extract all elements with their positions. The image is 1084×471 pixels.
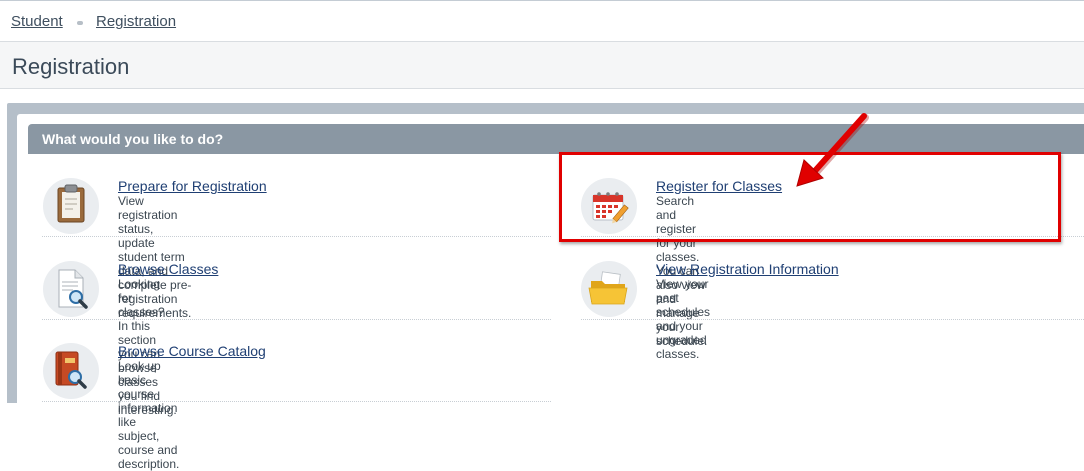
annotation-arrow-icon [796, 113, 869, 187]
